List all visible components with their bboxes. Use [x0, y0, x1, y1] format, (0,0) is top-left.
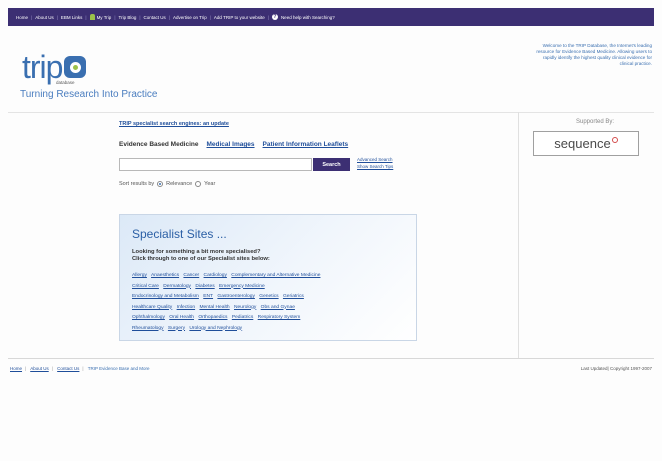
specialist-link[interactable]: Genetics: [259, 294, 278, 299]
specialist-link[interactable]: Obs and Gynae: [261, 305, 295, 310]
welcome-text: Welcome to the TRIP Database, the Intern…: [536, 43, 652, 66]
specialist-row: Critical Care Dermatology Diabetes Emerg…: [132, 282, 412, 293]
nav-my-trip[interactable]: My Trip: [97, 15, 112, 20]
specialist-link[interactable]: Critical Care: [132, 284, 159, 289]
sort-relevance-radio[interactable]: [157, 181, 164, 187]
specialist-link[interactable]: Cancer: [183, 273, 199, 278]
tab-evidence-based-medicine[interactable]: Evidence Based Medicine: [119, 141, 198, 148]
search-tabs: Evidence Based Medicine Medical Images P…: [119, 141, 348, 148]
specialist-row: Healthcare Quality Infection Mental Heal…: [132, 303, 412, 314]
search-tips-link[interactable]: Show Search Tips: [357, 164, 393, 169]
update-link[interactable]: TRIP specialist search engines: an updat…: [119, 121, 229, 127]
footer-about-link[interactable]: About Us: [30, 366, 49, 371]
nav-ebm-links[interactable]: EBM Links: [61, 15, 83, 20]
nav-contact-us[interactable]: Contact Us: [144, 15, 166, 20]
copyright: Copyright 1997-2007: [609, 366, 652, 371]
sort-options: Sort results by Relevance Year: [119, 181, 215, 187]
search-input[interactable]: [119, 158, 312, 171]
sort-year-label: Year: [204, 181, 216, 187]
specialist-link[interactable]: Rheumatology: [132, 326, 164, 331]
tab-patient-leaflets[interactable]: Patient Information Leaflets: [263, 141, 349, 148]
specialist-title: Specialist Sites ...: [132, 227, 227, 241]
specialist-link[interactable]: Diabetes: [195, 284, 214, 289]
specialist-row: Rheumatology Surgery Urology and Nephrol…: [132, 324, 412, 335]
specialist-link[interactable]: Neurology: [234, 305, 256, 310]
specialist-link[interactable]: Emergency Medicine: [219, 284, 265, 289]
sponsor-name: sequence: [554, 136, 611, 151]
logo-text: trip: [22, 49, 63, 85]
specialist-link[interactable]: Anaesthetics: [151, 273, 179, 278]
last-updated: Last Updated: [580, 366, 608, 371]
specialist-link[interactable]: Complementary and Alternative Medicine: [231, 273, 320, 278]
specialist-link[interactable]: Surgery: [168, 326, 185, 331]
specialist-intro: Looking for something a bit more special…: [132, 249, 270, 262]
top-navigation-bar: Home | About Us | EBM Links | My Trip | Trip…: [8, 8, 654, 26]
specialist-link[interactable]: Healthcare Quality: [132, 305, 172, 310]
specialist-link[interactable]: Oral Health: [169, 315, 194, 320]
tab-medical-images[interactable]: Medical Images: [206, 141, 254, 148]
nav-home[interactable]: Home: [16, 15, 28, 20]
logo-subtitle: database: [56, 80, 75, 85]
sort-year-radio[interactable]: [195, 181, 202, 187]
nav-trip-blog[interactable]: Trip Blog: [119, 15, 137, 20]
sort-relevance-label: Relevance: [166, 181, 193, 187]
specialist-link[interactable]: Respiratory System: [258, 315, 301, 320]
logo-badge-icon: [64, 56, 87, 78]
specialist-link[interactable]: Cardiology: [204, 273, 227, 278]
nav-advertise[interactable]: Advertise on Trip: [173, 15, 207, 20]
specialist-link[interactable]: Ophthalmology: [132, 315, 165, 320]
specialist-link[interactable]: Orthopaedics: [198, 315, 227, 320]
specialist-row: Allergy Anaesthetics Cancer Cardiology C…: [132, 271, 412, 282]
specialist-link[interactable]: Geriatrics: [283, 294, 304, 299]
header-divider: [8, 112, 654, 113]
specialist-row: Ophthalmology Oral Health Orthopaedics P…: [132, 313, 412, 324]
nav-add-trip[interactable]: Add TRIP to your website: [214, 15, 265, 20]
footer-contact-link[interactable]: Contact Us: [57, 366, 79, 371]
specialist-link[interactable]: Endocrinology and Metabolism: [132, 294, 199, 299]
sponsor-banner[interactable]: sequence: [533, 131, 639, 156]
footer-nav: Home | About Us | Contact Us | TRIP Evidenc…: [10, 366, 150, 371]
advanced-search-link[interactable]: Advanced Search: [357, 157, 393, 162]
specialist-link[interactable]: Infection: [177, 305, 196, 310]
specialist-sites-panel: Specialist Sites ... Looking for somethi…: [119, 214, 417, 341]
footer-meta: Last Updated| Copyright 1997-2007: [580, 366, 652, 371]
footer-home-link[interactable]: Home: [10, 366, 22, 371]
sponsor-logo-icon: [611, 137, 618, 143]
nav-about-us[interactable]: About Us: [35, 15, 54, 20]
search-button[interactable]: Search: [313, 158, 350, 171]
help-icon: ?: [271, 14, 278, 20]
footer-current-page: TRIP Evidence Base and More: [87, 366, 150, 371]
supported-by-label: Supported By:: [575, 119, 615, 125]
nav-search-help[interactable]: Need help with Searching?: [281, 15, 335, 20]
specialist-link[interactable]: Urology and Nephrology: [189, 326, 242, 331]
specialist-link[interactable]: Pediatrics: [232, 315, 253, 320]
specialist-row: Endocrinology and Metabolism ENT Gastroe…: [132, 292, 412, 303]
specialist-link[interactable]: Allergy: [132, 273, 147, 278]
specialist-link[interactable]: Mental Health: [199, 305, 229, 310]
specialist-links: Allergy Anaesthetics Cancer Cardiology C…: [132, 271, 412, 334]
specialist-link[interactable]: Dermatology: [163, 284, 191, 289]
search-options: Advanced Search Show Search Tips: [357, 156, 393, 170]
trip-logo[interactable]: trip: [22, 46, 87, 85]
user-icon: [89, 14, 95, 20]
sidebar-divider: [518, 112, 519, 358]
tagline: Turning Research Into Practice: [20, 89, 158, 100]
specialist-link[interactable]: Gastroenterology: [217, 294, 255, 299]
specialist-link[interactable]: ENT: [203, 294, 213, 299]
footer-divider: [8, 358, 654, 359]
sort-label: Sort results by: [119, 181, 155, 187]
